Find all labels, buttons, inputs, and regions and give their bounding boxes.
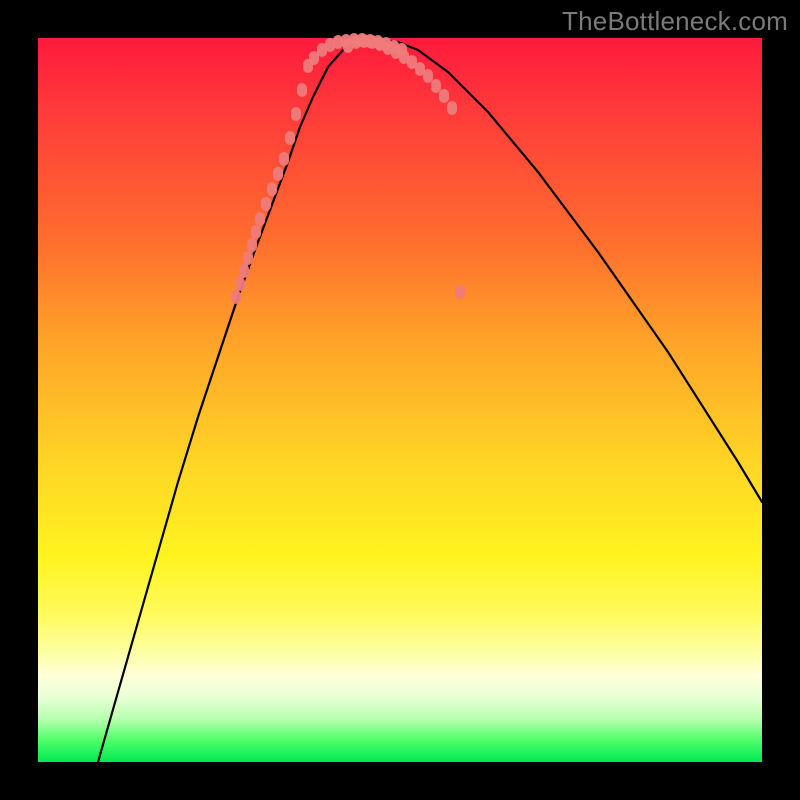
outer-frame: TheBottleneck.com [0, 0, 800, 800]
chart-svg [38, 38, 762, 762]
plot-area [38, 38, 762, 762]
watermark-text: TheBottleneck.com [562, 6, 788, 37]
dot-markers [231, 33, 465, 304]
curve-line [98, 40, 762, 762]
